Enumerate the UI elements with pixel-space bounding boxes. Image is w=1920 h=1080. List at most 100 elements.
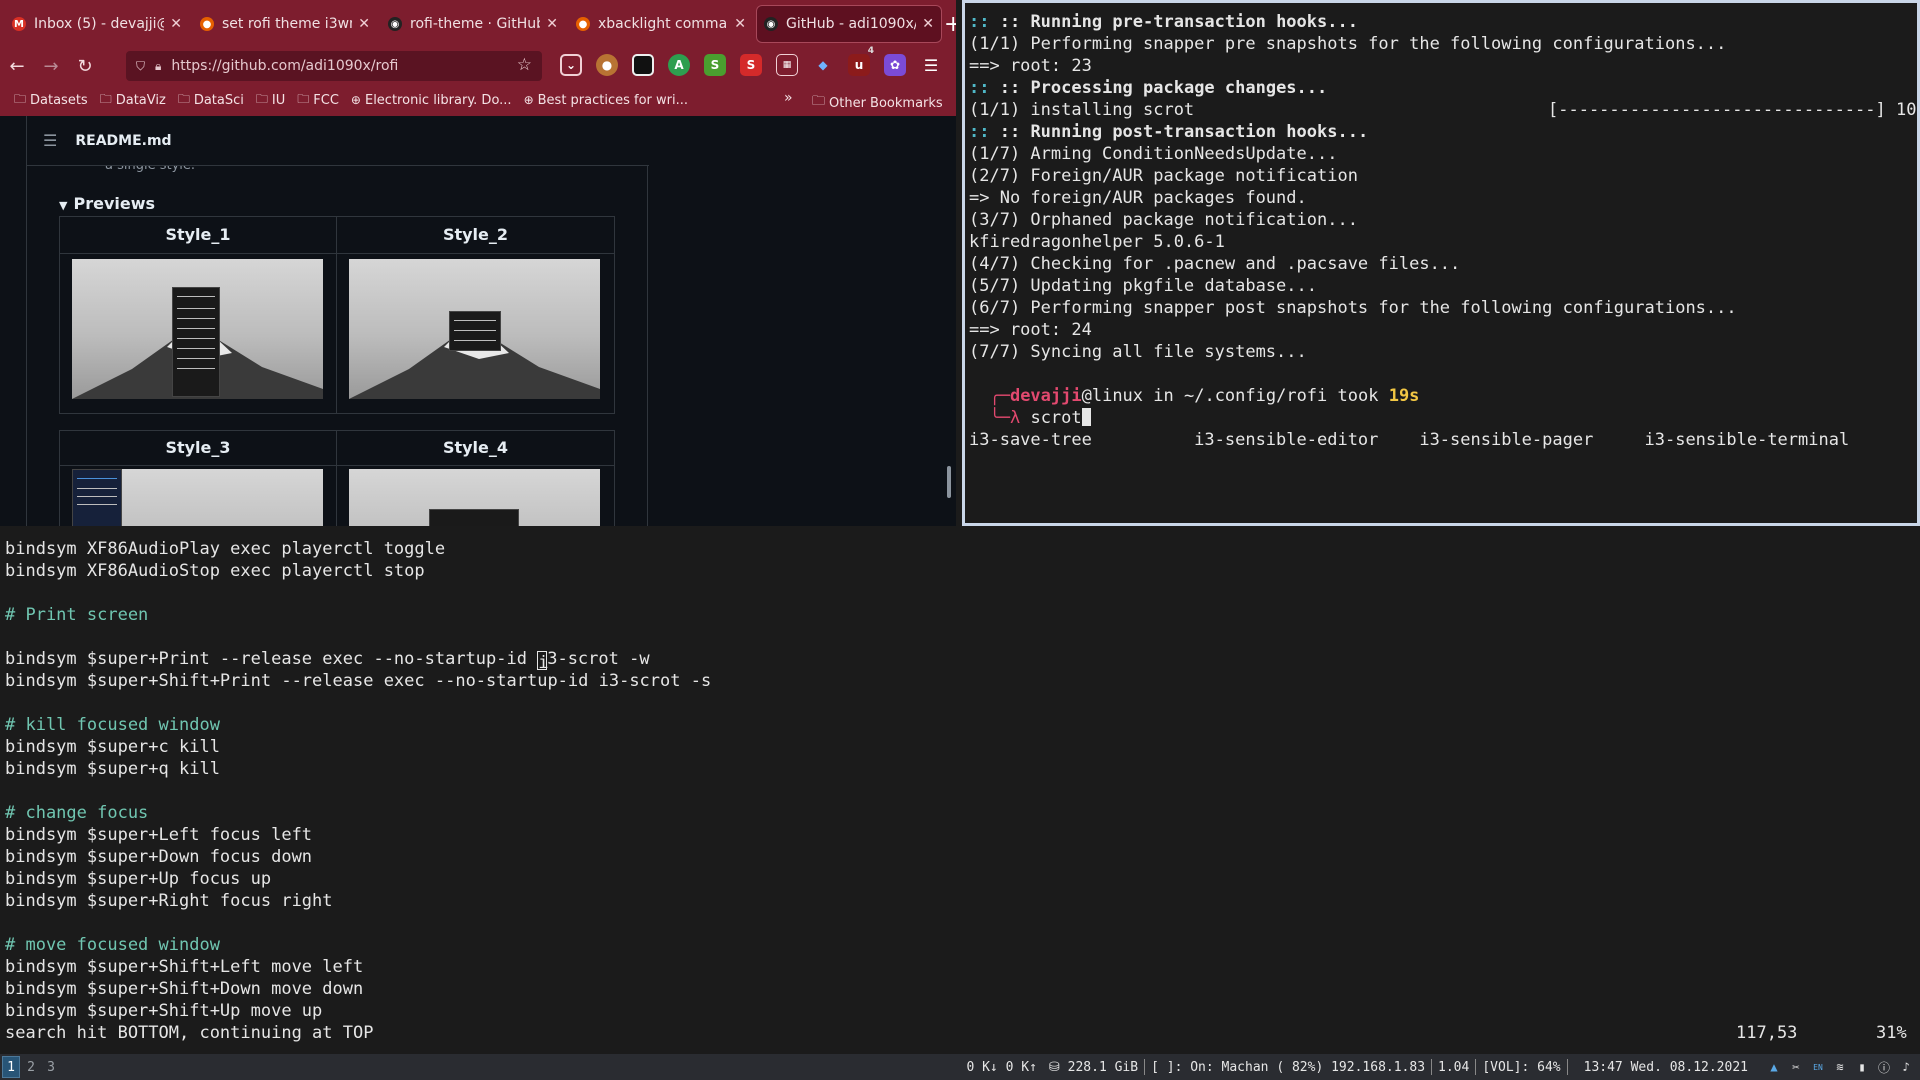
tab-rofi-theme-github[interactable]: ◉ rofi-theme · GitHub ✕	[380, 5, 566, 43]
vim-editor[interactable]: bindsym XF86AudioPlay exec playerctl tog…	[0, 530, 1920, 1054]
previews-toggle[interactable]: ▼ Previews	[59, 194, 155, 213]
workspace-button[interactable]: 2	[22, 1056, 40, 1078]
config-line: bindsym $super+Right focus right	[5, 891, 333, 911]
command-line[interactable]: ╰─λ scrot	[969, 407, 1091, 429]
tab-gmail[interactable]: M Inbox (5) - devajji@ ✕	[4, 5, 190, 43]
firefox-icon: ●	[576, 17, 590, 31]
list-icon[interactable]: ☰	[43, 131, 57, 150]
bookmark-folder-fcc[interactable]: 🗀 FCC	[297, 90, 339, 111]
extension-dark-icon[interactable]	[632, 54, 654, 76]
close-icon[interactable]: ✕	[358, 16, 370, 32]
bookmark-label: Electronic library. Do...	[364, 92, 512, 108]
command-text: scrot	[1030, 408, 1082, 428]
bookmark-best-practices[interactable]: ⊕ Best practices for wri...	[524, 93, 688, 108]
extension-s-icon[interactable]: S	[704, 54, 726, 76]
browser-window: M Inbox (5) - devajji@ ✕ ● set rofi them…	[0, 0, 956, 526]
globe-icon: ⊕	[523, 93, 534, 107]
tab-label: rofi-theme · GitHub	[410, 16, 541, 32]
tab-rofi-search[interactable]: ● set rofi theme i3wm ✕	[192, 5, 378, 43]
config-line: bindsym $super+Shift+Print --release exe…	[5, 671, 712, 691]
tab-label: Inbox (5) - devajji@	[34, 16, 165, 32]
github-page: a single style. ☰ README.md ▼Previews St…	[0, 116, 956, 526]
tab-adi1090x-rofi[interactable]: ◉ GitHub - adi1090x/r ✕	[756, 5, 942, 43]
i3bar: 1 2 3 0 K↓ 0 K↑ ⛁ 228.1 GiB [ ]: On: Mac…	[0, 1054, 1920, 1080]
vim-status-message: search hit BOTTOM, continuing at TOP	[5, 1023, 374, 1043]
forward-button[interactable]: →	[34, 56, 68, 77]
extension-card-icon[interactable]: ▦	[776, 54, 798, 76]
close-icon[interactable]: ✕	[922, 16, 934, 32]
disk-value: 228.1 GiB	[1067, 1059, 1139, 1075]
tools-icon[interactable]: ✂	[1788, 1059, 1804, 1075]
triangle-down-icon: ▼	[59, 199, 68, 212]
globe-icon: ⊕	[350, 93, 361, 107]
terminal-line: (3/7) Orphaned package notification...	[969, 210, 1358, 230]
extension-diamond-icon[interactable]: ◆	[812, 54, 834, 76]
other-bookmarks[interactable]: 🗀 Other Bookmarks	[812, 92, 943, 114]
ublock-icon[interactable]: u 4	[848, 46, 874, 76]
bookmark-label: Datasets	[30, 92, 88, 108]
menu-icon[interactable]: ☰	[920, 54, 942, 76]
extensions-toolbar: ⌄ ● A S S ▦ ◆ u 4 ✿ ☰	[560, 46, 956, 76]
chevron-right-icon[interactable]: »	[784, 90, 793, 106]
extension-cookie-icon[interactable]: ●	[596, 54, 618, 76]
shield-icon[interactable]: ⛉	[136, 59, 145, 74]
disk-icon: ⛁	[1048, 1059, 1068, 1075]
shell-prompt: ╭─devajji@linux in ~/.config/rofi took 1…	[969, 386, 1420, 406]
config-line: bindsym $super+Up focus up	[5, 869, 272, 889]
prompt-host: @linux	[1081, 386, 1144, 406]
prompt-duration: 19s	[1388, 386, 1420, 406]
config-line: bindsym $super+q kill	[5, 759, 220, 779]
extension-a-icon[interactable]: A	[668, 54, 690, 76]
url-bar[interactable]: ⛉ 🔒︎ https://github.com/adi1090x/rofi ☆	[126, 51, 542, 81]
progress-bar: [-------------------------------] 100%	[1548, 100, 1920, 120]
workspace-button[interactable]: 1	[2, 1056, 20, 1078]
wifi-status: [ ]: On: Machan ( 82%) 192.168.1.83	[1151, 1059, 1426, 1075]
config-line: bindsym $super+Shift+Down move down	[5, 979, 364, 999]
style-preview-image[interactable]	[60, 253, 337, 413]
speaker-icon[interactable]: ♪	[1898, 1059, 1914, 1075]
disk-usage: ⛁ 228.1 GiB	[1043, 1060, 1144, 1075]
info-icon[interactable]: ⓘ	[1876, 1059, 1892, 1075]
page-scrollbar[interactable]	[947, 466, 951, 498]
ublock-badge: 4	[867, 46, 874, 56]
bookmark-star-icon[interactable]: ☆	[517, 55, 532, 75]
lock-icon[interactable]: 🔒︎	[155, 59, 161, 74]
style-preview-image[interactable]	[337, 253, 614, 413]
scroll-percent: 31%	[1876, 1023, 1907, 1043]
extension-puzzle-icon[interactable]: ✿	[884, 54, 906, 76]
volume: [VOL]: 64%	[1482, 1059, 1561, 1075]
folder-icon: 🗀	[99, 91, 112, 106]
back-button[interactable]: ←	[0, 56, 34, 77]
close-icon[interactable]: ✕	[546, 16, 558, 32]
readme-header: ☰ README.md	[27, 116, 649, 166]
previews-label: Previews	[73, 194, 156, 213]
system-tray: ▲ ✂ EN ≋ ▮ ⓘ ♪	[1766, 1059, 1920, 1075]
bookmark-electronic-library[interactable]: ⊕ Electronic library. Do...	[351, 93, 512, 108]
new-tab-button[interactable]: +	[944, 12, 956, 37]
bookmark-folder-iu[interactable]: 🗀 IU	[256, 90, 285, 111]
close-icon[interactable]: ✕	[734, 16, 746, 32]
tray-app-icon[interactable]: ▲	[1766, 1059, 1782, 1075]
tab-xbacklight[interactable]: ● xbacklight comman ✕	[568, 5, 754, 43]
style-header: Style_4	[442, 438, 509, 457]
keyboard-layout[interactable]: EN	[1810, 1059, 1826, 1075]
extension-red-s-icon[interactable]: S	[740, 54, 762, 76]
terminal-line: (6/7) Performing snapper post snapshots …	[969, 298, 1737, 318]
bookmark-folder-dataviz[interactable]: 🗀 DataViz	[100, 90, 166, 111]
clock: 13:47 Wed. 08.12.2021	[1583, 1059, 1748, 1075]
pocket-icon[interactable]: ⌄	[560, 54, 582, 76]
reload-button[interactable]: ↻	[68, 56, 102, 77]
terminal-window[interactable]: :: :: Running pre-transaction hooks... (…	[962, 0, 1920, 526]
close-icon[interactable]: ✕	[170, 16, 182, 32]
style-preview-image[interactable]	[60, 465, 337, 526]
config-line: bindsym $super+Down focus down	[5, 847, 313, 867]
prompt-lambda: λ	[1009, 408, 1021, 428]
workspace-button[interactable]: 3	[42, 1056, 60, 1078]
wifi-icon[interactable]: ≋	[1832, 1059, 1848, 1075]
style-preview-image[interactable]	[337, 465, 614, 526]
image	[72, 469, 323, 526]
bookmark-folder-datasci[interactable]: 🗀 DataSci	[178, 90, 244, 111]
battery-icon[interactable]: ▮	[1854, 1059, 1870, 1075]
cursor-position: 117,53	[1736, 1023, 1798, 1043]
bookmark-folder-datasets[interactable]: 🗀 Datasets	[14, 90, 88, 111]
